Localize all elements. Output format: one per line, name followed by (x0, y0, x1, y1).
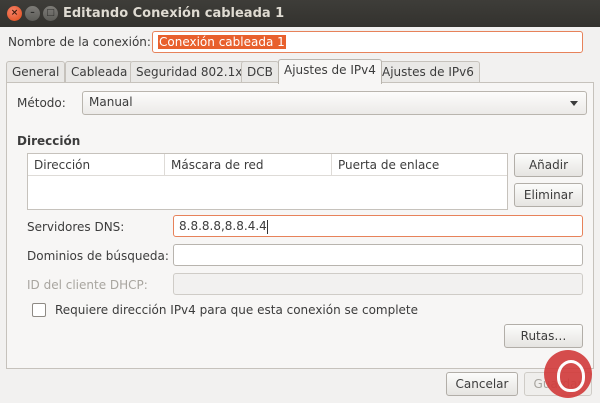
window-titlebar: × – □ Editando Conexión cableada 1 (0, 0, 600, 27)
method-value: Manual (89, 95, 133, 109)
search-domains-label: Dominios de búsqueda: (27, 249, 169, 263)
dns-label: Servidores DNS: (27, 220, 125, 234)
tab-ipv6[interactable]: Ajustes de IPv6 (376, 61, 480, 83)
dns-value: 8.8.8.8,8.8.4.4 (179, 219, 267, 233)
require-ipv4-checkbox[interactable] (32, 303, 46, 317)
method-label: Método: (17, 96, 66, 110)
window-title: Editando Conexión cableada 1 (63, 6, 285, 21)
address-section-title: Dirección (17, 134, 81, 148)
tab-general[interactable]: General (6, 61, 66, 83)
text-caret (266, 219, 268, 234)
dns-input[interactable]: 8.8.8.8,8.8.4.4 (173, 215, 583, 237)
tab-security[interactable]: Seguridad 802.1x (130, 61, 249, 83)
chevron-down-icon (570, 101, 578, 106)
tab-bar: General Cableada Seguridad 802.1x DCB Aj… (6, 59, 594, 84)
column-gateway[interactable]: Puerta de enlace (332, 154, 508, 176)
site-watermark-logo (544, 350, 592, 398)
dhcp-client-id-input[interactable] (173, 273, 583, 295)
connection-name-label: Nombre de la conexión: (8, 35, 151, 49)
cancel-button[interactable]: Cancelar (446, 372, 518, 396)
search-domains-input[interactable] (173, 244, 583, 266)
method-select[interactable]: Manual (82, 91, 587, 115)
tab-cableada[interactable]: Cableada (65, 61, 134, 83)
maximize-icon[interactable]: □ (43, 6, 58, 21)
tab-dcb[interactable]: DCB (241, 61, 279, 83)
tab-ipv4[interactable]: Ajustes de IPv4 (278, 59, 382, 84)
connection-name-input[interactable]: Conexión cableada 1 (152, 31, 583, 53)
column-address[interactable]: Dirección (28, 154, 164, 176)
minimize-icon[interactable]: – (25, 6, 40, 21)
ipv4-settings-panel: Método: Manual Dirección Dirección Másca… (6, 82, 594, 369)
address-table[interactable]: Dirección Máscara de red Puerta de enlac… (27, 153, 508, 210)
remove-address-button[interactable]: Eliminar (514, 183, 583, 207)
close-icon[interactable]: × (7, 6, 22, 21)
column-netmask[interactable]: Máscara de red (165, 154, 331, 176)
address-table-header: Dirección Máscara de red Puerta de enlac… (28, 154, 507, 176)
add-address-button[interactable]: Añadir (514, 153, 583, 177)
routes-button[interactable]: Rutas… (504, 324, 583, 348)
connection-name-value: Conexión cableada 1 (158, 35, 286, 49)
require-ipv4-label[interactable]: Requiere dirección IPv4 para que esta co… (55, 303, 418, 317)
dhcp-client-id-label: ID del cliente DHCP: (27, 278, 148, 292)
